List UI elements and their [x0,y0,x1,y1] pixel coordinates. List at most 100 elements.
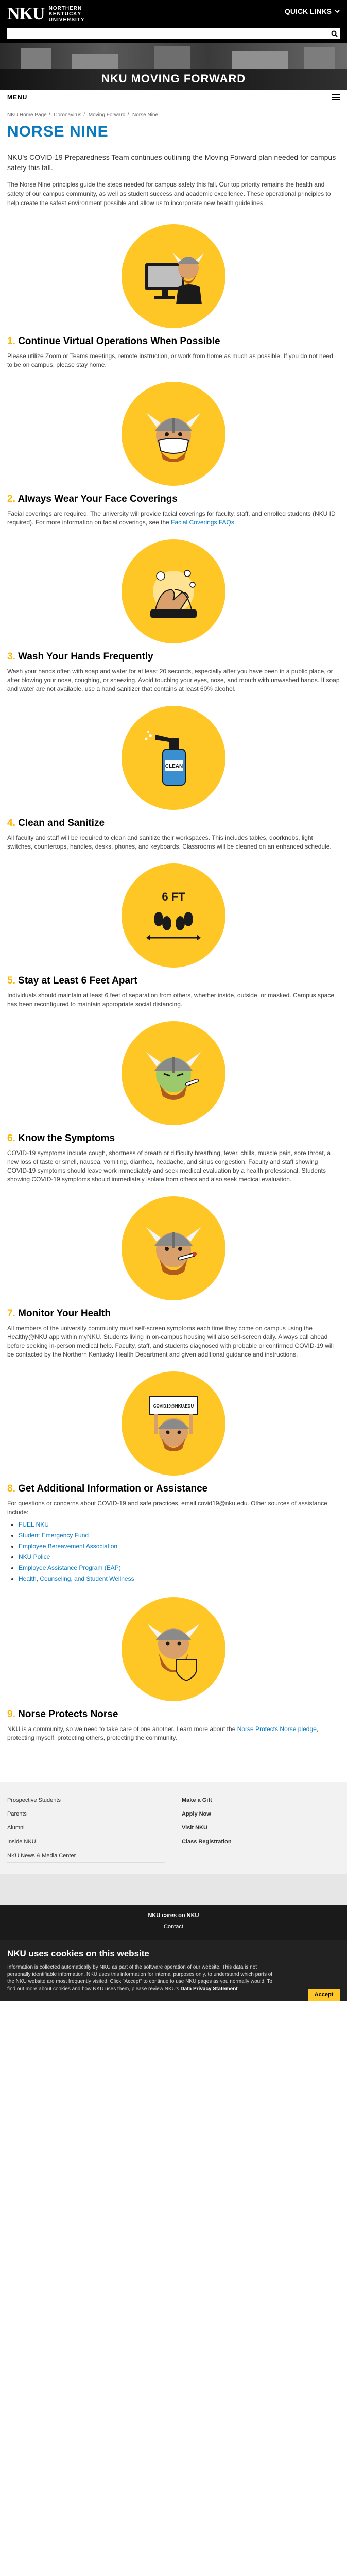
step-8: COVID19@NKU.EDU 8. Get Additional Inform… [7,1359,340,1583]
nku-cares-text: NKU cares on NKU [148,1912,199,1919]
dark-footer: NKU cares on NKU Contact [0,1905,347,1940]
footer-link-inside-nku[interactable]: Inside NKU [7,1835,165,1849]
quick-links-label: QUICK LINKS [285,7,332,15]
step-9: 9. Norse Protects Norse NKU is a communi… [7,1585,340,1742]
step-7-body: All members of the university community … [7,1325,334,1358]
footer-link-parents[interactable]: Parents [7,1807,165,1821]
cookie-text: Information is collected automatically b… [7,1964,273,1992]
step-4: CLEAN 4. Clean and Sanitize All faculty … [7,693,340,851]
site-footer: Prospective Students Parents Alumni Insi… [0,1782,347,1874]
search-icon [331,30,338,37]
clean-label: CLEAN [165,764,183,769]
step-6-body: COVID-19 symptoms include cough, shortne… [7,1149,331,1183]
intro-paragraph: The Norse Nine principles guide the step… [7,181,331,207]
email-sign-label: COVID19@NKU.EDU [153,1404,194,1409]
nku-police-link[interactable]: NKU Police [19,1553,50,1561]
data-privacy-statement-link[interactable]: Data Privacy Statement [181,1986,238,1992]
step-9-title: 9. Norse Protects Norse [7,1709,118,1720]
footer-link-visit-nku[interactable]: Visit NKU [182,1821,340,1835]
step-3: 3. Wash Your Hands Frequently Wash your … [7,527,340,693]
step-5-title: 5. Stay at Least 6 Feet Apart [7,975,137,986]
main-menu-bar[interactable]: MENU [0,90,347,105]
info-sign-norseman-icon: COVID19@NKU.EDU [122,1371,225,1476]
footer-spacer [0,1874,347,1905]
step-5-body: Individuals should maintain at least 6 f… [7,992,335,1008]
step-4-body: All faculty and staff will be required t… [7,834,332,850]
logo-mark: NKU [7,4,45,23]
step-6: 6. Know the Symptoms COVID-19 symptoms i… [7,1009,340,1184]
footer-link-class-registration[interactable]: Class Registration [182,1835,340,1849]
six-feet-label: 6 FT [162,890,185,903]
breadcrumb-current: Norse Nine [132,112,159,118]
lead-paragraph: NKU's COVID-19 Preparedness Team continu… [7,153,336,172]
facial-coverings-faq-link[interactable]: Facial Coverings FAQs [171,519,234,526]
chevron-down-icon [335,10,340,13]
masked-norseman-icon [122,382,225,486]
step-4-title: 4. Clean and Sanitize [7,818,105,828]
sick-norseman-icon [122,1021,225,1125]
footer-action-links: Make a Gift Apply Now Visit NKU Class Re… [173,1793,340,1863]
list-item: NKU Police [19,1552,340,1562]
step-2-body: Facial coverings are required. The unive… [7,510,336,526]
hamburger-icon[interactable] [332,94,340,100]
step-3-title: 3. Wash Your Hands Frequently [7,651,153,662]
computer-norseman-icon [122,224,225,328]
footer-link-make-a-gift[interactable]: Make a Gift [182,1793,340,1807]
list-item: FUEL NKU [19,1520,340,1529]
cookie-title: NKU uses cookies on this website [7,1948,149,1958]
list-item: Employee Assistance Program (EAP) [19,1563,340,1572]
main-content: NKU Home Page / Coronavirus / Moving Forwa… [0,105,347,1742]
cleaning-spray-icon: CLEAN [122,706,225,810]
step-6-title: 6. Know the Symptoms [7,1133,115,1144]
employee-bereavement-link[interactable]: Employee Bereavement Association [19,1543,117,1550]
student-emergency-fund-link[interactable]: Student Emergency Fund [19,1532,89,1539]
menu-label: MENU [7,93,28,101]
footer-link-apply-now[interactable]: Apply Now [182,1807,340,1821]
step-1-body: Please utilize Zoom or Teams meetings, r… [7,352,333,368]
thermometer-norseman-icon [122,1196,225,1300]
step-7-title: 7. Monitor Your Health [7,1308,111,1319]
six-feet-footprints-icon: 6 FT [122,863,225,968]
step-3-body: Wash your hands often with soap and wate… [7,668,340,692]
step-9-body: NKU is a community, so we need to take c… [7,1725,319,1741]
logo-wordmark: NORTHERN KENTUCKY UNIVERSITY [48,5,85,23]
breadcrumb-home[interactable]: NKU Home Page [7,112,47,118]
list-item: Employee Bereavement Association [19,1541,340,1551]
quick-links-button[interactable]: QUICK LINKS [285,7,340,15]
step-8-title: 8. Get Additional Information or Assista… [7,1483,208,1494]
assistance-resources-list: FUEL NKU Student Emergency Fund Employee… [19,1520,340,1583]
health-counseling-link[interactable]: Health, Counseling, and Student Wellness [19,1575,134,1582]
shield-norseman-icon [122,1597,225,1701]
step-7: 7. Monitor Your Health All members of th… [7,1184,340,1359]
step-1: 1. Continue Virtual Operations When Poss… [7,212,340,369]
step-8-body: For questions or concerns about COVID-19… [7,1500,327,1516]
list-item: Student Emergency Fund [19,1531,340,1540]
search-button[interactable] [328,28,340,39]
cookie-banner: NKU uses cookies on this website Informa… [0,1940,347,2001]
step-1-title: 1. Continue Virtual Operations When Poss… [7,336,220,347]
breadcrumb-coronavirus[interactable]: Coronavirus [54,112,81,118]
search-bar [7,28,340,39]
footer-audience-links: Prospective Students Parents Alumni Insi… [7,1793,173,1863]
banner-title: NKU MOVING FORWARD [101,72,246,85]
step-5: 6 FT 5. Stay at Least 6 Feet Apart Indiv… [7,851,340,1009]
step-2-title: 2. Always Wear Your Face Coverings [7,494,178,504]
step-2: 2. Always Wear Your Face Coverings Facia… [7,369,340,527]
norse-protects-norse-pledge-link[interactable]: Norse Protects Norse pledge [237,1725,317,1733]
list-item: Health, Counseling, and Student Wellness [19,1574,340,1583]
page-title: NORSE NINE [7,123,109,140]
accept-cookies-button[interactable]: Accept [308,1989,340,2001]
site-header: NKU NORTHERN KENTUCKY UNIVERSITY QUICK L… [0,0,347,43]
footer-link-news-media[interactable]: NKU News & Media Center [7,1849,165,1863]
breadcrumb-moving-forward[interactable]: Moving Forward [89,112,126,118]
fuel-nku-link[interactable]: FUEL NKU [19,1521,49,1528]
eap-link[interactable]: Employee Assistance Program (EAP) [19,1564,121,1571]
search-input[interactable] [7,28,328,39]
nku-logo[interactable]: NKU NORTHERN KENTUCKY UNIVERSITY [7,5,85,23]
footer-link-prospective-students[interactable]: Prospective Students [7,1793,165,1807]
contact-link[interactable]: Contact [164,1924,183,1930]
footer-link-alumni[interactable]: Alumni [7,1821,165,1835]
hand-washing-norseman-icon [122,539,225,643]
breadcrumb: NKU Home Page / Coronavirus / Moving Forwa… [7,112,159,118]
hero-banner: NKU MOVING FORWARD [0,43,347,90]
